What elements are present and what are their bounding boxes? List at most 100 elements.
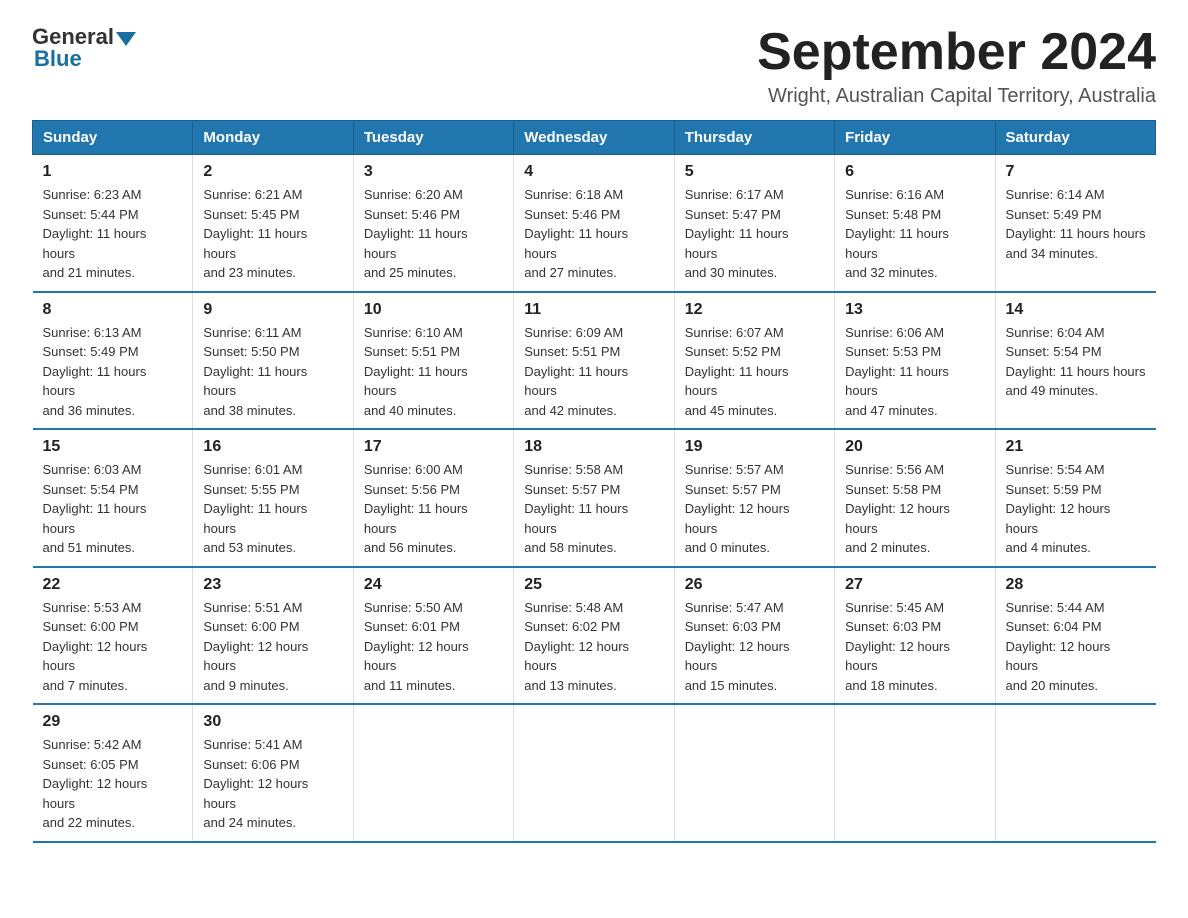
day-number: 16 xyxy=(203,438,342,456)
logo: General Blue xyxy=(32,24,138,72)
day-info: Sunrise: 5:44 AMSunset: 6:04 PMDaylight:… xyxy=(1006,598,1146,696)
table-row: 21Sunrise: 5:54 AMSunset: 5:59 PMDayligh… xyxy=(995,429,1155,567)
table-row xyxy=(995,704,1155,842)
calendar-week-row: 8 Sunrise: 6:13 AMSunset: 5:49 PMDaylight… xyxy=(33,292,1156,430)
col-monday: Monday xyxy=(193,121,353,155)
table-row xyxy=(353,704,513,842)
calendar-header-row: Sunday Monday Tuesday Wednesday Thursday… xyxy=(33,121,1156,155)
day-info: Sunrise: 6:00 AMSunset: 5:56 PMDaylight:… xyxy=(364,460,503,558)
table-row: 29 Sunrise: 5:42 AMSunset: 6:05 PMDayligh… xyxy=(33,704,193,842)
day-number: 23 xyxy=(203,576,342,594)
day-info: Sunrise: 5:41 AMSunset: 6:06 PMDaylight:… xyxy=(203,735,342,833)
calendar-week-row: 1Sunrise: 6:23 AMSunset: 5:44 PMDaylight… xyxy=(33,155,1156,292)
table-row: 14Sunrise: 6:04 AMSunset: 5:54 PMDayligh… xyxy=(995,292,1155,430)
day-number: 6 xyxy=(845,163,984,181)
table-row: 12Sunrise: 6:07 AMSunset: 5:52 PMDayligh… xyxy=(674,292,834,430)
table-row xyxy=(514,704,674,842)
day-number: 7 xyxy=(1006,163,1146,181)
table-row: 17 Sunrise: 6:00 AMSunset: 5:56 PMDayligh… xyxy=(353,429,513,567)
table-row: 9 Sunrise: 6:11 AMSunset: 5:50 PMDaylight… xyxy=(193,292,353,430)
day-number: 29 xyxy=(43,713,183,731)
day-number: 2 xyxy=(203,163,342,181)
day-info: Sunrise: 6:13 AMSunset: 5:49 PMDaylight:… xyxy=(43,323,183,421)
day-info: Sunrise: 6:17 AMSunset: 5:47 PMDaylight:… xyxy=(685,185,824,283)
day-info: Sunrise: 6:11 AMSunset: 5:50 PMDaylight:… xyxy=(203,323,342,421)
day-number: 15 xyxy=(43,438,183,456)
table-row: 30 Sunrise: 5:41 AMSunset: 6:06 PMDayligh… xyxy=(193,704,353,842)
table-row: 5Sunrise: 6:17 AMSunset: 5:47 PMDaylight… xyxy=(674,155,834,292)
table-row: 26Sunrise: 5:47 AMSunset: 6:03 PMDayligh… xyxy=(674,567,834,705)
table-row: 24 Sunrise: 5:50 AMSunset: 6:01 PMDayligh… xyxy=(353,567,513,705)
day-info: Sunrise: 6:10 AMSunset: 5:51 PMDaylight:… xyxy=(364,323,503,421)
day-info: Sunrise: 5:56 AMSunset: 5:58 PMDaylight:… xyxy=(845,460,984,558)
table-row: 1Sunrise: 6:23 AMSunset: 5:44 PMDaylight… xyxy=(33,155,193,292)
table-row: 18 Sunrise: 5:58 AMSunset: 5:57 PMDayligh… xyxy=(514,429,674,567)
table-row: 23 Sunrise: 5:51 AMSunset: 6:00 PMDayligh… xyxy=(193,567,353,705)
day-info: Sunrise: 5:51 AMSunset: 6:00 PMDaylight:… xyxy=(203,598,342,696)
day-number: 8 xyxy=(43,301,183,319)
col-sunday: Sunday xyxy=(33,121,193,155)
day-number: 13 xyxy=(845,301,984,319)
col-tuesday: Tuesday xyxy=(353,121,513,155)
day-info: Sunrise: 6:16 AMSunset: 5:48 PMDaylight:… xyxy=(845,185,984,283)
calendar-week-row: 15 Sunrise: 6:03 AMSunset: 5:54 PMDayligh… xyxy=(33,429,1156,567)
day-info: Sunrise: 6:06 AMSunset: 5:53 PMDaylight:… xyxy=(845,323,984,421)
day-number: 4 xyxy=(524,163,663,181)
location-subtitle: Wright, Australian Capital Territory, Au… xyxy=(757,85,1156,108)
day-info: Sunrise: 6:07 AMSunset: 5:52 PMDaylight:… xyxy=(685,323,824,421)
day-number: 11 xyxy=(524,301,663,319)
day-number: 10 xyxy=(364,301,503,319)
table-row xyxy=(674,704,834,842)
day-number: 26 xyxy=(685,576,824,594)
table-row: 4 Sunrise: 6:18 AMSunset: 5:46 PMDaylight… xyxy=(514,155,674,292)
day-number: 18 xyxy=(524,438,663,456)
day-number: 14 xyxy=(1006,301,1146,319)
table-row: 28 Sunrise: 5:44 AMSunset: 6:04 PMDayligh… xyxy=(995,567,1155,705)
logo-blue-text: Blue xyxy=(34,46,82,72)
day-info: Sunrise: 5:48 AMSunset: 6:02 PMDaylight:… xyxy=(524,598,663,696)
day-number: 20 xyxy=(845,438,984,456)
day-info: Sunrise: 6:18 AMSunset: 5:46 PMDaylight:… xyxy=(524,185,663,283)
day-info: Sunrise: 6:01 AMSunset: 5:55 PMDaylight:… xyxy=(203,460,342,558)
day-info: Sunrise: 5:42 AMSunset: 6:05 PMDaylight:… xyxy=(43,735,183,833)
day-number: 1 xyxy=(43,163,183,181)
table-row: 11Sunrise: 6:09 AMSunset: 5:51 PMDayligh… xyxy=(514,292,674,430)
title-block: September 2024 Wright, Australian Capita… xyxy=(757,24,1156,108)
day-number: 30 xyxy=(203,713,342,731)
day-info: Sunrise: 6:21 AMSunset: 5:45 PMDaylight:… xyxy=(203,185,342,283)
day-number: 9 xyxy=(203,301,342,319)
month-year-title: September 2024 xyxy=(757,24,1156,81)
table-row: 6 Sunrise: 6:16 AMSunset: 5:48 PMDaylight… xyxy=(835,155,995,292)
table-row: 22Sunrise: 5:53 AMSunset: 6:00 PMDayligh… xyxy=(33,567,193,705)
day-number: 28 xyxy=(1006,576,1146,594)
table-row: 13 Sunrise: 6:06 AMSunset: 5:53 PMDayligh… xyxy=(835,292,995,430)
day-number: 17 xyxy=(364,438,503,456)
table-row: 15 Sunrise: 6:03 AMSunset: 5:54 PMDayligh… xyxy=(33,429,193,567)
table-row: 3Sunrise: 6:20 AMSunset: 5:46 PMDaylight… xyxy=(353,155,513,292)
table-row: 19Sunrise: 5:57 AMSunset: 5:57 PMDayligh… xyxy=(674,429,834,567)
table-row: 27 Sunrise: 5:45 AMSunset: 6:03 PMDayligh… xyxy=(835,567,995,705)
day-number: 21 xyxy=(1006,438,1146,456)
calendar-week-row: 29 Sunrise: 5:42 AMSunset: 6:05 PMDayligh… xyxy=(33,704,1156,842)
day-number: 19 xyxy=(685,438,824,456)
table-row: 2 Sunrise: 6:21 AMSunset: 5:45 PMDaylight… xyxy=(193,155,353,292)
day-number: 24 xyxy=(364,576,503,594)
day-info: Sunrise: 5:58 AMSunset: 5:57 PMDaylight:… xyxy=(524,460,663,558)
table-row: 7 Sunrise: 6:14 AMSunset: 5:49 PMDaylight… xyxy=(995,155,1155,292)
table-row xyxy=(835,704,995,842)
col-thursday: Thursday xyxy=(674,121,834,155)
table-row: 10 Sunrise: 6:10 AMSunset: 5:51 PMDayligh… xyxy=(353,292,513,430)
calendar-week-row: 22Sunrise: 5:53 AMSunset: 6:00 PMDayligh… xyxy=(33,567,1156,705)
day-info: Sunrise: 6:14 AMSunset: 5:49 PMDaylight:… xyxy=(1006,185,1146,263)
day-info: Sunrise: 6:20 AMSunset: 5:46 PMDaylight:… xyxy=(364,185,503,283)
table-row: 16 Sunrise: 6:01 AMSunset: 5:55 PMDayligh… xyxy=(193,429,353,567)
day-info: Sunrise: 6:03 AMSunset: 5:54 PMDaylight:… xyxy=(43,460,183,558)
page-header: General Blue September 2024 Wright, Aust… xyxy=(32,24,1156,108)
col-wednesday: Wednesday xyxy=(514,121,674,155)
col-saturday: Saturday xyxy=(995,121,1155,155)
day-info: Sunrise: 5:50 AMSunset: 6:01 PMDaylight:… xyxy=(364,598,503,696)
calendar-table: Sunday Monday Tuesday Wednesday Thursday… xyxy=(32,120,1156,843)
day-info: Sunrise: 5:45 AMSunset: 6:03 PMDaylight:… xyxy=(845,598,984,696)
table-row: 8 Sunrise: 6:13 AMSunset: 5:49 PMDaylight… xyxy=(33,292,193,430)
day-number: 27 xyxy=(845,576,984,594)
